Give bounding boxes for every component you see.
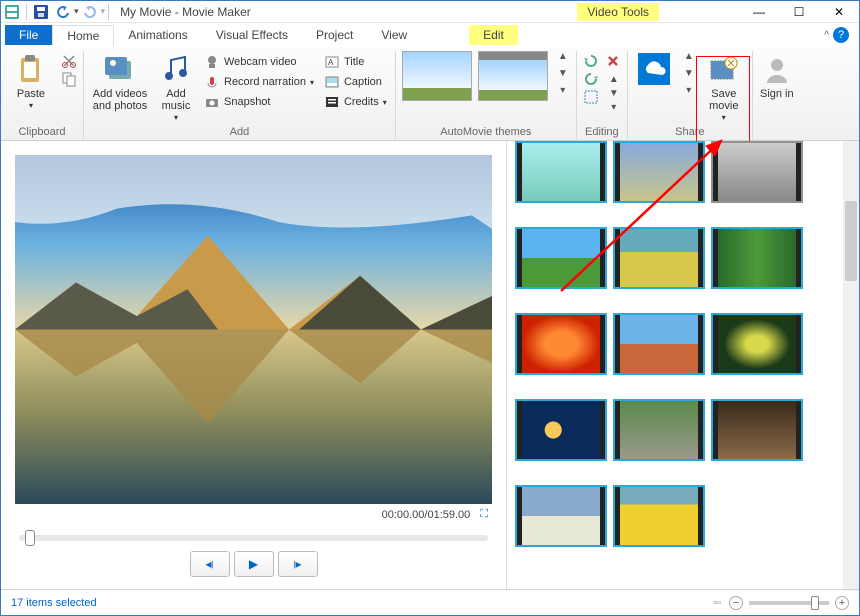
preview-video[interactable] — [15, 155, 492, 504]
theme-1[interactable] — [402, 51, 472, 101]
clip[interactable] — [515, 399, 607, 461]
clip[interactable] — [613, 227, 705, 289]
clip[interactable] — [613, 485, 705, 547]
clip[interactable] — [613, 399, 705, 461]
theme-up[interactable]: ▲ — [556, 51, 570, 62]
credits-button[interactable]: Credits ▾ — [322, 93, 389, 111]
clip[interactable] — [515, 313, 607, 375]
edit-down[interactable]: ▼ — [607, 88, 621, 99]
seek-slider[interactable] — [19, 535, 488, 541]
prev-frame-button[interactable]: ◂| — [190, 551, 230, 577]
share-down[interactable]: ▼ — [682, 68, 696, 79]
view-mode-icon[interactable]: ▫▫ — [713, 597, 721, 609]
status-text: 17 items selected — [11, 597, 97, 609]
rotate-right-icon[interactable] — [583, 71, 599, 87]
timeline-scrollbar[interactable] — [843, 141, 859, 591]
clip[interactable] — [613, 313, 705, 375]
zoom-out-button[interactable]: − — [729, 596, 743, 610]
theme-down[interactable]: ▼ — [556, 68, 570, 79]
save-movie-button[interactable]: Save movie ▾ — [702, 51, 746, 124]
redo-icon[interactable] — [82, 4, 98, 20]
theme-2[interactable] — [478, 51, 548, 101]
cut-icon[interactable] — [61, 53, 77, 69]
snapshot-button[interactable]: Snapshot — [202, 93, 316, 111]
undo-icon[interactable] — [55, 4, 71, 20]
ribbon: Paste ▾ Clipboard Add videos and photos … — [1, 47, 859, 141]
next-frame-button[interactable]: |▸ — [278, 551, 318, 577]
undo-dropdown[interactable]: ▾ — [74, 6, 79, 17]
tab-home[interactable]: Home — [52, 25, 114, 46]
add-videos-button[interactable]: Add videos and photos — [90, 51, 150, 112]
share-up[interactable]: ▲ — [682, 51, 696, 62]
help-icon[interactable]: ? — [833, 27, 849, 43]
onedrive-button[interactable] — [634, 51, 674, 88]
webcam-button[interactable]: Webcam video — [202, 53, 316, 71]
tab-visual-effects[interactable]: Visual Effects — [202, 25, 302, 45]
zoom-slider[interactable] — [749, 601, 829, 605]
redo-dropdown: ▾ — [101, 6, 106, 17]
edit-up[interactable]: ▲ — [607, 74, 621, 85]
tab-strip: File Home Animations Visual Effects Proj… — [1, 23, 859, 47]
group-automovie: AutoMovie themes — [402, 124, 570, 140]
zoom-in-button[interactable]: + — [835, 596, 849, 610]
preview-pane: 00:00.00/01:59.00 ⛶ ◂| ▶ |▸ — [1, 141, 506, 591]
clip[interactable] — [711, 313, 803, 375]
timeline-pane[interactable] — [506, 141, 859, 591]
app-icon — [4, 4, 20, 20]
group-editing: Editing — [583, 124, 621, 140]
caption-button[interactable]: Caption — [322, 73, 389, 91]
paste-button[interactable]: Paste ▾ — [7, 51, 55, 112]
copy-icon[interactable] — [61, 71, 77, 87]
titlebar: ▾ ▾ My Movie - Movie Maker Video Tools —… — [1, 1, 859, 23]
tab-project[interactable]: Project — [302, 25, 367, 45]
delete-icon[interactable] — [605, 53, 621, 69]
group-add: Add — [90, 124, 389, 140]
play-button[interactable]: ▶ — [234, 551, 274, 577]
clip[interactable] — [613, 141, 705, 203]
clip[interactable] — [515, 141, 607, 203]
window-title: My Movie - Movie Maker — [120, 5, 251, 19]
clip[interactable] — [711, 399, 803, 461]
theme-more[interactable]: ▾ — [556, 85, 570, 96]
tab-animations[interactable]: Animations — [114, 25, 201, 45]
add-music-button[interactable]: Add music ▾ — [156, 51, 196, 124]
sign-in-button[interactable]: Sign in — [759, 51, 795, 100]
save-icon[interactable] — [33, 4, 49, 20]
clip[interactable] — [711, 227, 803, 289]
main-area: 00:00.00/01:59.00 ⛶ ◂| ▶ |▸ — [1, 141, 859, 591]
clip[interactable] — [711, 141, 803, 203]
tab-edit[interactable]: Edit — [469, 25, 518, 45]
tab-file[interactable]: File — [5, 25, 52, 45]
select-all-icon[interactable] — [583, 89, 599, 105]
clip[interactable] — [515, 227, 607, 289]
video-tools-tab: Video Tools — [577, 3, 659, 21]
title-button[interactable]: ATitle — [322, 53, 389, 71]
rotate-left-icon[interactable] — [583, 53, 599, 69]
edit-more[interactable]: ▾ — [607, 102, 621, 113]
svg-text:A: A — [328, 58, 334, 67]
ribbon-collapse-icon[interactable]: ^ — [824, 30, 829, 41]
group-clipboard: Clipboard — [7, 124, 77, 140]
group-share: Share — [634, 124, 746, 140]
record-narration-button[interactable]: Record narration ▾ — [202, 73, 316, 91]
share-more[interactable]: ▾ — [682, 85, 696, 96]
time-display: 00:00.00/01:59.00 — [382, 509, 471, 521]
clip[interactable] — [515, 485, 607, 547]
minimize-button[interactable]: — — [739, 1, 779, 23]
statusbar: 17 items selected ▫▫ − + — [1, 589, 859, 615]
close-button[interactable]: ✕ — [819, 1, 859, 23]
fullscreen-icon[interactable]: ⛶ — [480, 508, 488, 521]
tab-view[interactable]: View — [367, 25, 421, 45]
maximize-button[interactable]: ☐ — [779, 1, 819, 23]
